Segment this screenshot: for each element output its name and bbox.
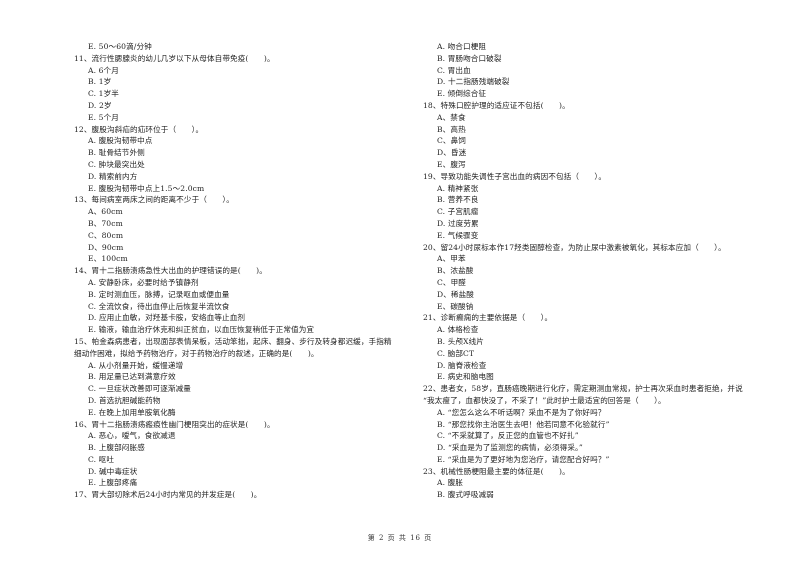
answer-option: D. 脑脊液检查	[437, 360, 487, 370]
answer-option: D. 十二指肠残端破裂	[437, 77, 510, 87]
answer-option: A. 6个月	[88, 65, 119, 75]
answer-option: B. 腹式呼吸减弱	[437, 490, 494, 500]
answer-option: C、鼻饲	[437, 136, 466, 146]
question-text: 23、机械性肠梗阻最主要的体征是( )。	[423, 466, 570, 476]
answer-option: A. 腹胀	[437, 478, 463, 488]
answer-option: D、昏迷	[437, 148, 467, 158]
answer-option: A. 吻合口梗阻	[437, 42, 487, 51]
answer-option: E、100cm	[88, 254, 128, 264]
answer-option: E. 50～60滴/分钟	[88, 42, 152, 51]
answer-option: D. “采血是为了监测您的病情，必须得采。”	[437, 443, 583, 453]
answer-option: A. 安静卧床，必要时给予镇静剂	[88, 277, 199, 287]
answer-option: E. 病史和脑电图	[437, 372, 494, 382]
answer-option: B. 用足量已达到满意疗效	[88, 372, 176, 382]
answer-option: B、70cm	[88, 218, 123, 228]
answer-option: D. 应用止血敏，对羟基卡胺，安络血等止血剂	[88, 313, 246, 323]
answer-option: E. 气候骤变	[437, 230, 479, 240]
answer-option: D. 碱中毒症状	[88, 466, 138, 476]
question-text: 11、流行性腮腺炎的幼儿几岁以下从母体自带免疫( )。	[74, 53, 275, 63]
answer-option: A、甲苯	[437, 254, 466, 264]
answer-option: A. “您怎么这么不听话啊？采血不是为了你好吗？	[437, 407, 606, 417]
answer-option: C. 胃出血	[437, 65, 471, 75]
answer-option: D. 精索前内方	[88, 171, 138, 181]
answer-option: E、碳酸钠	[437, 301, 474, 311]
answer-option: D、90cm	[88, 242, 124, 252]
answer-option: B. 定时测血压，脉搏，记录呕血或便血量	[88, 289, 230, 299]
answer-option: C. 脑部CT	[437, 348, 475, 358]
answer-option: C、甲醛	[437, 277, 466, 287]
question-text: “我太瘦了，血都快没了，不采了！”此时护士最适宜的回答是（ ）。	[423, 395, 666, 405]
question-text: 15、帕金森病患者，出现面部表情呆板，活动笨拙，起床、翻身、步行及转身都迟缓，手…	[74, 336, 392, 346]
question-text: 12、腹股沟斜疝的疝环位于（ ）。	[74, 124, 204, 134]
answer-option: A、60cm	[88, 207, 123, 217]
answer-option: B. 上腹部闷胀感	[88, 443, 145, 453]
answer-option: E. 上腹部疼痛	[88, 478, 138, 488]
answer-option: D. 过度劳累	[437, 218, 479, 228]
answer-option: C、80cm	[88, 230, 124, 240]
answer-option: B. 胃肠吻合口破裂	[437, 53, 502, 63]
answer-option: E. 在晚上加用单胺氧化酶	[88, 407, 176, 417]
question-text: 20、留24小时尿标本作17羟类固醇检查，为防止尿中激素被氧化，其标本应加（ ）…	[423, 242, 726, 252]
left-column: E. 50～60滴/分钟 11、流行性腮腺炎的幼儿几岁以下从母体自带免疫( )。 A…	[74, 41, 394, 501]
answer-option: E. 倾倒综合征	[437, 89, 487, 99]
answer-option: C. 呕吐	[88, 454, 115, 464]
answer-option: A. 从小剂量开始，缓慢递增	[88, 360, 184, 370]
answer-option: B. 耻骨结节外侧	[88, 148, 145, 158]
question-text: 19、导致功能失调性子宫出血的病因不包括（ ）。	[423, 171, 607, 181]
answer-option: C. 1岁半	[88, 89, 119, 99]
answer-option: A. 精神紧张	[437, 183, 479, 193]
answer-option: B. 营养不良	[437, 195, 479, 205]
answer-option: E、腹泻	[437, 159, 466, 169]
answer-option: B. 1岁	[88, 77, 112, 87]
answer-option: C. 一旦症状改善即可逐渐减量	[88, 384, 191, 394]
answer-option: C. 肿块最突出处	[88, 159, 145, 169]
answer-option: B. 头颅X线片	[437, 336, 484, 346]
answer-option: C. “不采就算了，反正您的血管也不好扎”	[437, 431, 579, 441]
answer-option: B、高热	[437, 124, 466, 134]
answer-option: D、稀盐酸	[437, 289, 474, 299]
question-text: 18、特殊口腔护理的适应证不包括( )。	[423, 100, 570, 110]
answer-option: D. 2岁	[88, 100, 112, 110]
answer-option: E. 腹股沟韧带中点上1.5～2.0cm	[88, 183, 205, 193]
question-text: 17、胃大部切除术后24小时内常见的并发症是( )。	[74, 490, 262, 500]
answer-option: E. “采血是为了更好地为您治疗，请您配合好吗？”	[437, 454, 610, 464]
question-text: 22、患者女，58岁，直肠癌晚期进行化疗，需定期测血常规，护士再次采血时患者拒绝…	[423, 384, 743, 394]
answer-option: A. 恶心，嗳气，食欲减退	[88, 431, 176, 441]
question-text: 14、胃十二指肠溃疡急性大出血的护理错误的是( )。	[74, 266, 267, 276]
answer-option: B、浓盐酸	[437, 266, 474, 276]
answer-option: D. 首选抗胆碱能药物	[88, 395, 161, 405]
answer-option: E. 输液，输血治疗休克和纠正贫血，以血压恢复稍低于正常值为宜	[88, 325, 315, 335]
question-text: 13、每间病室两床之间的距离不少于（ ）。	[74, 195, 234, 205]
answer-option: A. 体格检查	[437, 325, 479, 335]
question-text: 21、诊断癫痫的主要依据是（ ）。	[423, 313, 553, 323]
answer-option: E. 5个月	[88, 112, 119, 122]
answer-option: C. 子宫肌瘤	[437, 207, 479, 217]
answer-option: B. “那您找你主治医生去吧！他若同意不化验就行”	[437, 419, 610, 429]
question-text: 16、胃十二指肠溃疡瘢痕性幽门梗阻突出的症状是( )。	[74, 419, 275, 429]
answer-option: A. 腹股沟韧带中点	[88, 136, 153, 146]
right-column: A. 吻合口梗阻 B. 胃肠吻合口破裂 C. 胃出血 D. 十二指肠残端破裂 E. 倾倒…	[423, 41, 753, 501]
answer-option: C. 全流饮食，待出血停止后恢复半流饮食	[88, 301, 230, 311]
question-text: 细动作困难，拟给予药物治疗，对于药物治疗的叙述，正确的是( )。	[74, 348, 319, 358]
page-footer: 第 2 页 共 16 页	[367, 534, 433, 542]
answer-option: A、禁食	[437, 112, 466, 122]
